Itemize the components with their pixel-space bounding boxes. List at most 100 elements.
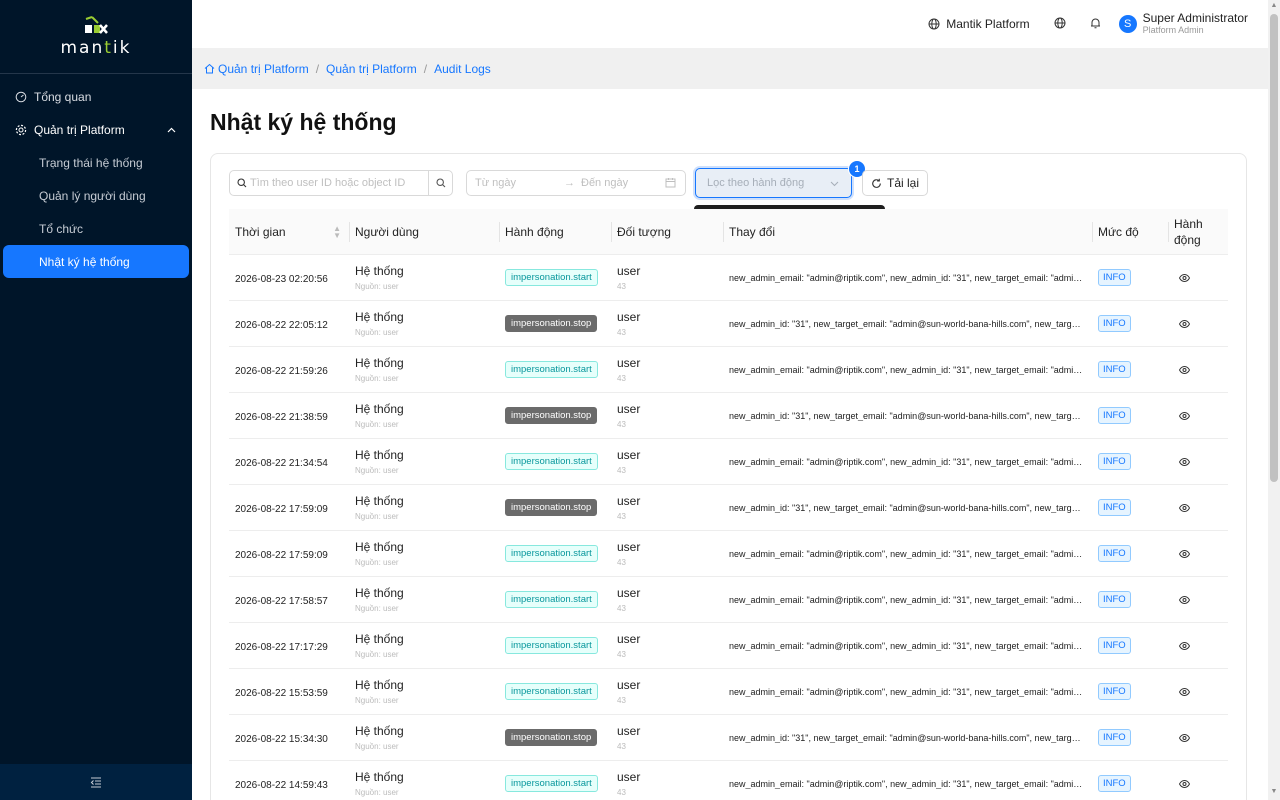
user-menu[interactable]: S Super Administrator Platform Admin: [1118, 12, 1248, 35]
cell-user: Hệ thống Nguồn: user: [349, 402, 499, 429]
cell-changes: new_admin_email: "admin@riptik.com", new…: [723, 595, 1092, 605]
cell-time: 2026-08-22 22:05:12: [229, 317, 349, 331]
cell-object: user 43: [611, 632, 723, 659]
time-text: 2026-08-22 17:58:57: [235, 595, 328, 607]
table-row[interactable]: 2026-08-22 15:34:30 Hệ thống Nguồn: user im…: [229, 715, 1228, 761]
object-type-text: user: [617, 494, 641, 508]
scrollbar-thumb[interactable]: [1270, 14, 1278, 482]
eye-icon[interactable]: [1179, 687, 1190, 696]
table-row[interactable]: 2026-08-22 15:53:59 Hệ thống Nguồn: user im…: [229, 669, 1228, 715]
search-icon: [435, 178, 445, 188]
time-text: 2026-08-22 21:38:59: [235, 411, 328, 423]
eye-icon[interactable]: [1179, 411, 1190, 420]
cell-actions: [1168, 317, 1228, 331]
level-badge: INFO: [1098, 775, 1131, 792]
search-icon: [230, 178, 250, 188]
sort-icon: ▲ ▼: [333, 223, 341, 240]
notifications-button[interactable]: [1090, 17, 1101, 32]
cell-user: Hệ thống Nguồn: user: [349, 494, 499, 521]
table-row[interactable]: 2026-08-22 17:58:57 Hệ thống Nguồn: user im…: [229, 577, 1228, 623]
scroll-up-icon[interactable]: ▲: [1270, 2, 1278, 12]
column-header-label: Hành động: [505, 224, 564, 239]
time-text: 2026-08-23 02:20:56: [235, 273, 328, 285]
cell-level: INFO: [1092, 407, 1168, 424]
eye-icon[interactable]: [1179, 641, 1190, 650]
user-name-text: Hệ thống: [355, 402, 404, 416]
sidebar-item-system-status[interactable]: Trạng thái hệ thống: [0, 146, 192, 179]
user-name-text: Hệ thống: [355, 540, 404, 554]
eye-icon[interactable]: [1179, 273, 1190, 282]
sidebar-collapse-button[interactable]: [0, 764, 192, 800]
sidebar-item-overview[interactable]: Tổng quan: [0, 80, 192, 113]
sidebar-item-audit-logs[interactable]: Nhật ký hệ thống: [3, 245, 189, 278]
logo[interactable]: mantik: [0, 0, 192, 74]
table-row[interactable]: 2026-08-22 21:34:54 Hệ thống Nguồn: user im…: [229, 439, 1228, 485]
cell-actions: [1168, 271, 1228, 285]
action-tag: impersonation.stop: [505, 729, 598, 746]
eye-icon[interactable]: [1179, 457, 1190, 466]
breadcrumb-current[interactable]: Audit Logs: [434, 62, 491, 76]
breadcrumb-link[interactable]: Quản trị Platform: [326, 62, 417, 76]
eye-icon[interactable]: [1179, 503, 1190, 512]
user-source-text: Nguồn: user: [355, 328, 399, 337]
sidebar-item-label: Tổng quan: [34, 89, 92, 104]
action-tag: impersonation.start: [505, 775, 598, 792]
table-row[interactable]: 2026-08-22 17:59:09 Hệ thống Nguồn: user im…: [229, 531, 1228, 577]
cell-action: impersonation.start: [499, 637, 611, 654]
table-row[interactable]: 2026-08-22 21:38:59 Hệ thống Nguồn: user im…: [229, 393, 1228, 439]
date-to-input[interactable]: Đến ngày: [581, 177, 628, 189]
logo-mark-icon: [85, 16, 108, 34]
eye-icon[interactable]: [1179, 779, 1190, 788]
platform-switcher[interactable]: Mantik Platform: [928, 17, 1030, 31]
user-source-text: Nguồn: user: [355, 650, 399, 659]
object-id-text: 43: [617, 328, 626, 337]
sidebar-item-organizations[interactable]: Tổ chức: [0, 212, 192, 245]
cell-action: impersonation.stop: [499, 499, 611, 516]
date-range-picker[interactable]: Từ ngày → Đến ngày: [466, 170, 686, 196]
column-header-action: Hành động: [499, 209, 611, 254]
table-row[interactable]: 2026-08-23 02:20:56 Hệ thống Nguồn: user im…: [229, 255, 1228, 301]
table-row[interactable]: 2026-08-22 21:59:26 Hệ thống Nguồn: user im…: [229, 347, 1228, 393]
scroll-down-icon[interactable]: ▼: [1270, 788, 1278, 798]
date-from-input[interactable]: Từ ngày: [475, 177, 516, 189]
eye-icon[interactable]: [1179, 595, 1190, 604]
table-row[interactable]: 2026-08-22 14:59:43 Hệ thống Nguồn: user im…: [229, 761, 1228, 800]
action-filter-select[interactable]: Lọc theo hành động: [695, 168, 852, 198]
object-id-text: 43: [617, 788, 626, 797]
breadcrumb-home-link[interactable]: Quản trị Platform: [204, 62, 309, 76]
table-header: Thời gian ▲ ▼ Người dùng Hành động Đối tư…: [229, 209, 1228, 255]
eye-icon[interactable]: [1179, 365, 1190, 374]
object-id-text: 43: [617, 374, 626, 383]
page-scrollbar[interactable]: ▲ ▼: [1268, 0, 1280, 800]
reload-label: Tải lại: [886, 176, 919, 190]
cell-time: 2026-08-22 15:53:59: [229, 685, 349, 699]
cell-level: INFO: [1092, 683, 1168, 700]
action-tag: impersonation.start: [505, 683, 598, 700]
level-badge: INFO: [1098, 545, 1131, 562]
eye-icon[interactable]: [1179, 549, 1190, 558]
changes-text: new_admin_id: "31", new_target_email: "a…: [729, 732, 1085, 743]
level-badge: INFO: [1098, 729, 1131, 746]
sidebar-group-platform-admin[interactable]: Quản trị Platform: [0, 113, 192, 146]
search-input[interactable]: [250, 172, 428, 194]
cell-user: Hệ thống Nguồn: user: [349, 586, 499, 613]
table-row[interactable]: 2026-08-22 17:59:09 Hệ thống Nguồn: user im…: [229, 485, 1228, 531]
language-button[interactable]: [1054, 17, 1066, 32]
table-row[interactable]: 2026-08-22 22:05:12 Hệ thống Nguồn: user im…: [229, 301, 1228, 347]
reload-button[interactable]: Tải lại: [862, 170, 928, 196]
action-tag: impersonation.start: [505, 545, 598, 562]
changes-text: new_admin_email: "admin@riptik.com", new…: [729, 640, 1085, 651]
action-tag: impersonation.stop: [505, 499, 598, 516]
table-row[interactable]: 2026-08-22 17:17:29 Hệ thống Nguồn: user im…: [229, 623, 1228, 669]
user-name-text: Hệ thống: [355, 310, 404, 324]
column-header-time[interactable]: Thời gian ▲ ▼: [229, 209, 349, 254]
eye-icon[interactable]: [1179, 733, 1190, 742]
cell-actions: [1168, 363, 1228, 377]
logo-text: mantik: [60, 38, 132, 58]
cell-user: Hệ thống Nguồn: user: [349, 448, 499, 475]
sidebar-item-user-management[interactable]: Quản lý người dùng: [0, 179, 192, 212]
action-tag: impersonation.stop: [505, 407, 598, 424]
cell-actions: [1168, 639, 1228, 653]
eye-icon[interactable]: [1179, 319, 1190, 328]
search-button[interactable]: [428, 170, 452, 196]
